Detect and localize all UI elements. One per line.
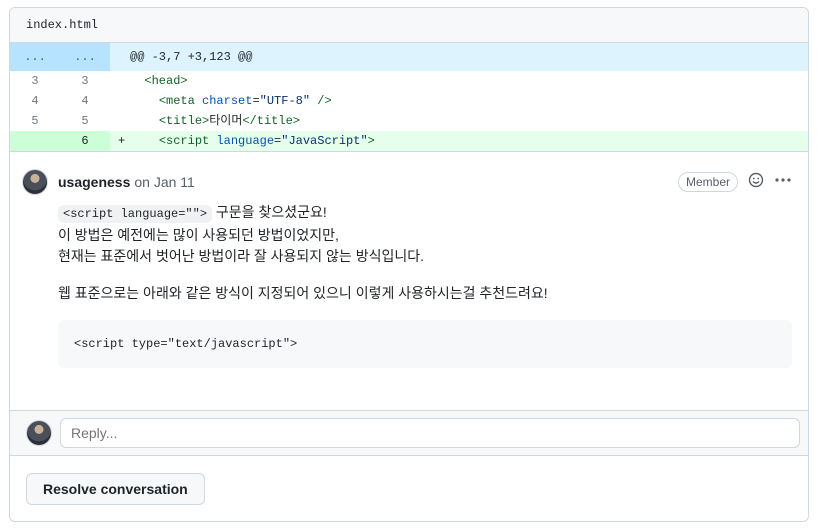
- resolve-conversation-button[interactable]: Resolve conversation: [26, 473, 205, 505]
- code-token: <meta: [158, 94, 195, 108]
- reply-input[interactable]: [60, 418, 800, 448]
- comment-header: usageness on Jan 11 Member: [22, 168, 792, 196]
- smiley-icon[interactable]: [748, 172, 764, 192]
- thread-footer: Resolve conversation: [10, 456, 808, 521]
- diff-marker: +: [118, 134, 126, 148]
- new-line-number[interactable]: 4: [60, 91, 110, 111]
- inline-code: <script language="">: [58, 205, 213, 223]
- file-header: index.html: [10, 8, 808, 43]
- code-token: />: [310, 94, 332, 108]
- code-token: >: [367, 134, 375, 148]
- kebab-horizontal-icon[interactable]: [774, 172, 792, 192]
- diff-marker: [110, 111, 130, 131]
- old-line-number[interactable]: 4: [10, 91, 60, 111]
- diff-marker: [110, 91, 130, 111]
- code-token: 타이머: [209, 114, 243, 128]
- reply-avatar: [26, 420, 52, 446]
- code-token: language: [216, 134, 275, 148]
- code-token: </title>: [242, 114, 300, 128]
- comment-body: <script language=""> 구문을 찾으셨군요! 이 방법은 예전…: [58, 202, 792, 368]
- comment-author[interactable]: usageness: [58, 174, 130, 190]
- file-name[interactable]: index.html: [26, 18, 98, 32]
- code-token: =: [252, 94, 260, 108]
- code-block: <script type="text/javascript">: [58, 320, 792, 368]
- diff-line: 6 + <script language="JavaScript">: [10, 131, 808, 151]
- diff-code: <meta charset="UTF-8" />: [130, 91, 332, 111]
- hunk-header-row: ... ... @@ -3,7 +3,123 @@: [10, 43, 808, 71]
- reply-bar: [10, 410, 808, 456]
- comment-line-1: <script language=""> 구문을 찾으셨군요!: [58, 202, 792, 225]
- diff-line: 33 <head>: [10, 71, 808, 91]
- diff-code: <head>: [130, 71, 188, 91]
- new-line-number[interactable]: 5: [60, 111, 110, 131]
- hunk-header: @@ -3,7 +3,123 @@: [130, 50, 253, 64]
- comment: usageness on Jan 11 Member <script langu…: [10, 152, 808, 410]
- old-line-number[interactable]: [10, 131, 60, 151]
- old-line-number[interactable]: 3: [10, 71, 60, 91]
- code-token: "JavaScript": [281, 134, 368, 148]
- code-token: "UTF-8": [259, 94, 311, 108]
- comment-date[interactable]: on Jan 11: [134, 174, 194, 190]
- comment-thread: usageness on Jan 11 Member <script langu…: [10, 151, 808, 410]
- code-token: <script: [158, 134, 210, 148]
- code-token: <head>: [144, 74, 188, 88]
- diff-table: ... ... @@ -3,7 +3,123 @@ 33 <head> 4 4 <m…: [10, 43, 808, 151]
- expand-down-button[interactable]: ...: [60, 43, 110, 71]
- code-token: <title>: [158, 114, 210, 128]
- review-thread-card: index.html ... ... @@ -3,7 +3,123 @@ 33 …: [9, 7, 809, 522]
- diff-code: <script language="JavaScript">: [130, 131, 375, 151]
- comment-line-1-text: 구문을 찾으셨군요!: [212, 204, 327, 220]
- comment-line-2: 이 방법은 예전에는 많이 사용되던 방법이었지만,: [58, 227, 339, 243]
- diff-code: <title>타이머</title>: [130, 111, 300, 131]
- new-line-number[interactable]: 3: [60, 71, 110, 91]
- comment-line-4: 웹 표준으로는 아래와 같은 방식이 지정되어 있으니 이렇게 사용하시는걸 추…: [58, 285, 548, 301]
- expand-up-button[interactable]: ...: [10, 43, 60, 71]
- diff-marker: [110, 71, 130, 91]
- avatar[interactable]: [22, 169, 48, 195]
- diff-line: 55 <title>타이머</title>: [10, 111, 808, 131]
- old-line-number[interactable]: 5: [10, 111, 60, 131]
- diff-line: 44 <meta charset="UTF-8" />: [10, 91, 808, 111]
- diff-lines: 33 <head> 4 4 <meta charset="UTF-8" /> 5 5 <…: [10, 71, 808, 151]
- new-line-number[interactable]: 6: [60, 131, 110, 151]
- member-badge: Member: [677, 172, 738, 192]
- comment-line-3: 현재는 표준에서 벗어난 방법이라 잘 사용되지 않는 방식입니다.: [58, 248, 424, 264]
- code-token: charset: [202, 94, 253, 108]
